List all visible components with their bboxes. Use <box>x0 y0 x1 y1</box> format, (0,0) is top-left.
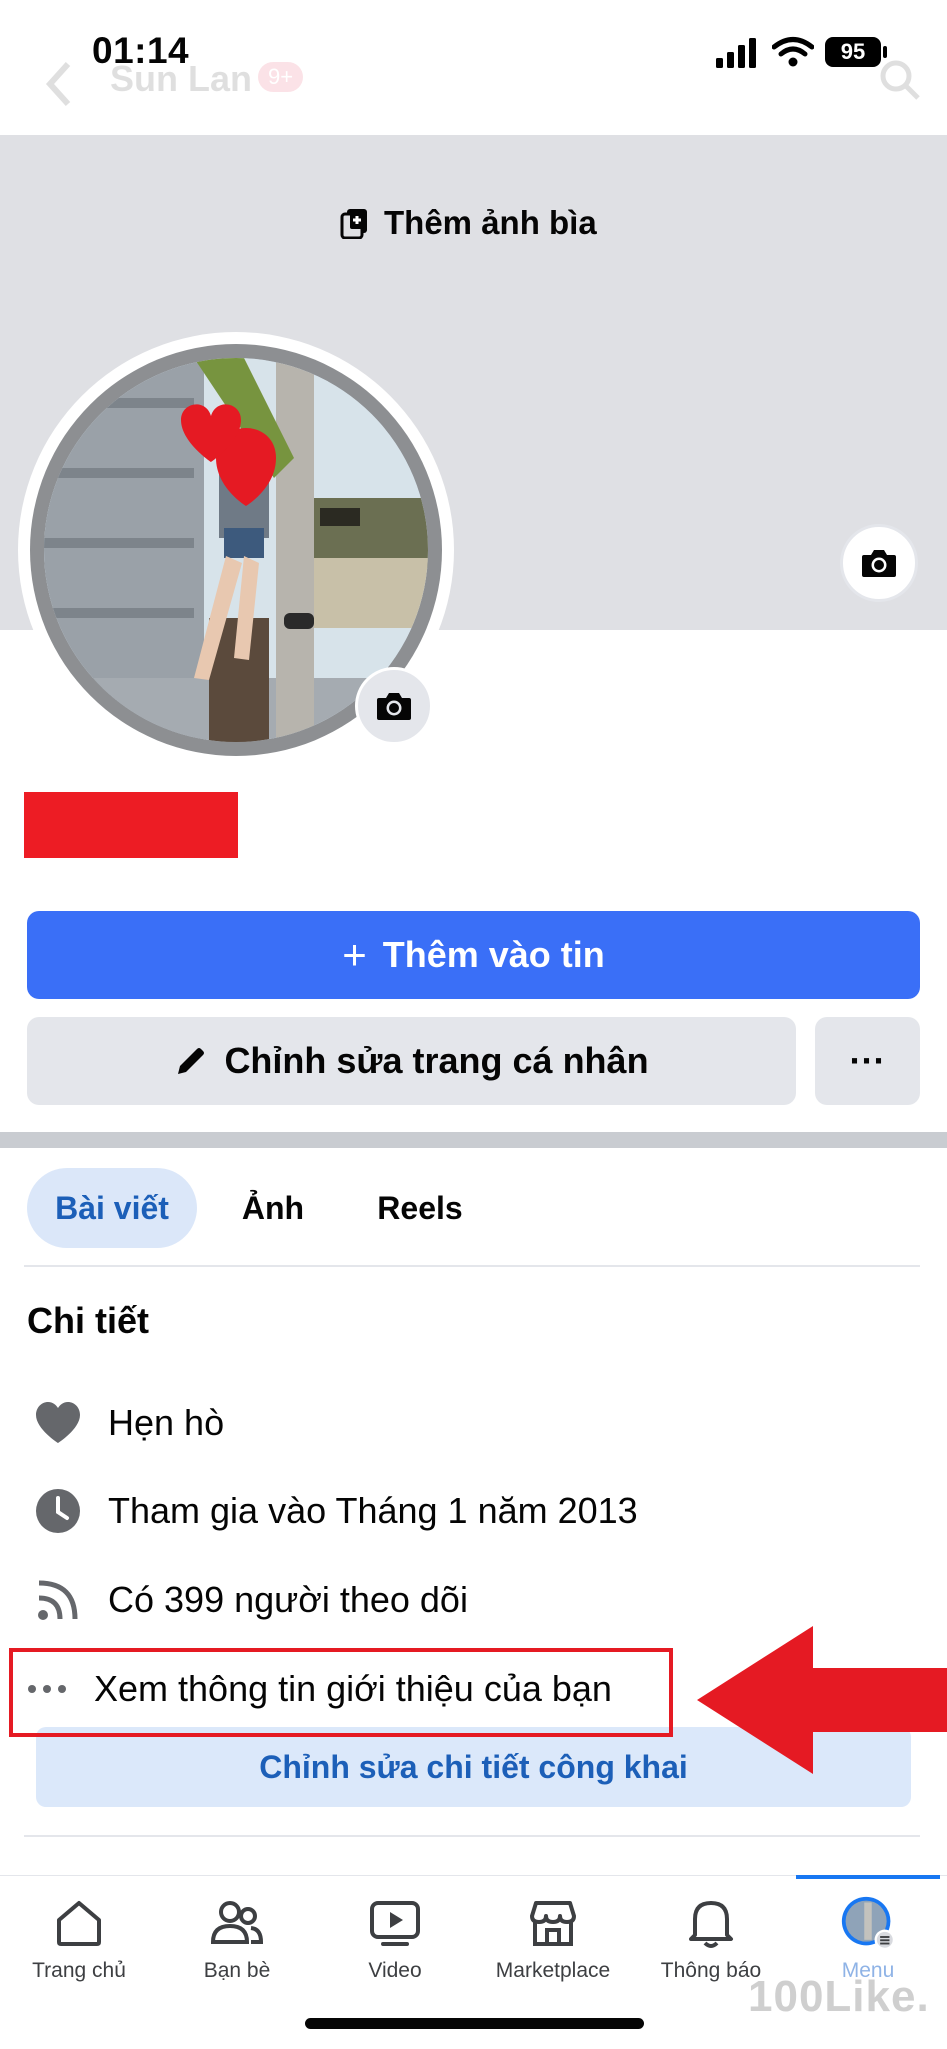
heart-icon <box>30 1395 86 1451</box>
plus-icon: + <box>342 931 367 978</box>
status-time: 01:14 <box>92 30 190 71</box>
tab-photos[interactable]: Ảnh <box>226 1168 320 1248</box>
detail-text: Tham gia vào Tháng 1 năm 2013 <box>108 1490 638 1531</box>
profile-camera-button[interactable] <box>355 667 433 745</box>
nav-label: Marketplace <box>495 1959 611 1982</box>
section-divider <box>0 1132 947 1148</box>
detail-joined: Tham gia vào Tháng 1 năm 2013 <box>30 1481 638 1541</box>
add-to-story-button[interactable]: + Thêm vào tin <box>27 911 920 999</box>
home-icon <box>51 1895 107 1951</box>
nav-video[interactable]: Video <box>316 1895 474 2005</box>
more-options-button[interactable]: ··· <box>815 1017 920 1105</box>
status-bar: Sun Lan 9+ 01:14 95 <box>0 0 947 135</box>
rss-icon <box>30 1572 86 1628</box>
edit-profile-button[interactable]: Chỉnh sửa trang cá nhân <box>27 1017 796 1105</box>
battery-level: 95 <box>840 39 866 64</box>
edit-profile-label: Chỉnh sửa trang cá nhân <box>224 1040 649 1081</box>
nav-home[interactable]: Trang chủ <box>0 1895 158 2005</box>
add-to-story-label: Thêm vào tin <box>382 934 605 975</box>
tab-reels[interactable]: Reels <box>360 1168 480 1248</box>
tab-posts[interactable]: Bài viết <box>27 1168 197 1248</box>
home-indicator[interactable] <box>305 2018 644 2029</box>
nav-active-indicator <box>796 1875 940 1879</box>
edit-public-details-label: Chỉnh sửa chi tiết công khai <box>259 1748 688 1785</box>
video-icon <box>367 1895 423 1951</box>
details-heading: Chi tiết <box>27 1300 149 1341</box>
add-cover-photo-button[interactable]: Thêm ảnh bìa <box>340 200 597 245</box>
back-arrow-icon <box>45 61 71 107</box>
nav-friends[interactable]: Bạn bè <box>158 1895 316 2005</box>
wifi-icon <box>772 37 814 67</box>
more-dots-icon: ··· <box>849 1040 886 1081</box>
profile-name-redaction <box>24 792 238 858</box>
add-cover-label: Thêm ảnh bìa <box>384 203 597 241</box>
nav-marketplace[interactable]: Marketplace <box>474 1895 632 2005</box>
nav-label: Trang chủ <box>32 1959 126 1982</box>
search-icon <box>880 60 920 100</box>
cellular-signal-icon <box>716 38 756 68</box>
detail-followers[interactable]: Có 399 người theo dõi <box>30 1570 468 1630</box>
cover-camera-button[interactable] <box>840 524 918 602</box>
pencil-icon <box>178 1048 205 1074</box>
bell-icon <box>683 1895 739 1951</box>
add-photo-icon <box>340 208 367 239</box>
menu-avatar-icon <box>840 1895 896 1951</box>
clock-icon <box>30 1483 86 1539</box>
nav-label: Bạn bè <box>203 1959 271 1982</box>
notification-badge: 9+ <box>258 62 304 92</box>
marketplace-icon <box>525 1895 581 1951</box>
camera-icon <box>377 693 411 720</box>
details-divider <box>24 1835 920 1837</box>
annotation-highlight-box <box>9 1648 673 1737</box>
watermark-text: 100Like. <box>748 1972 930 2021</box>
nav-label: Video <box>368 1959 422 1982</box>
annotation-arrow-icon <box>697 1626 947 1774</box>
detail-text: Có 399 người theo dõi <box>108 1579 468 1620</box>
tabs-divider <box>24 1265 920 1267</box>
battery-tip <box>883 46 887 58</box>
detail-text: Hẹn hò <box>108 1402 225 1443</box>
detail-relationship: Hẹn hò <box>30 1393 224 1453</box>
camera-icon <box>862 550 896 577</box>
nav-label: Thông báo <box>660 1959 762 1982</box>
battery-icon: 95 <box>825 37 881 67</box>
friends-icon <box>209 1895 265 1951</box>
